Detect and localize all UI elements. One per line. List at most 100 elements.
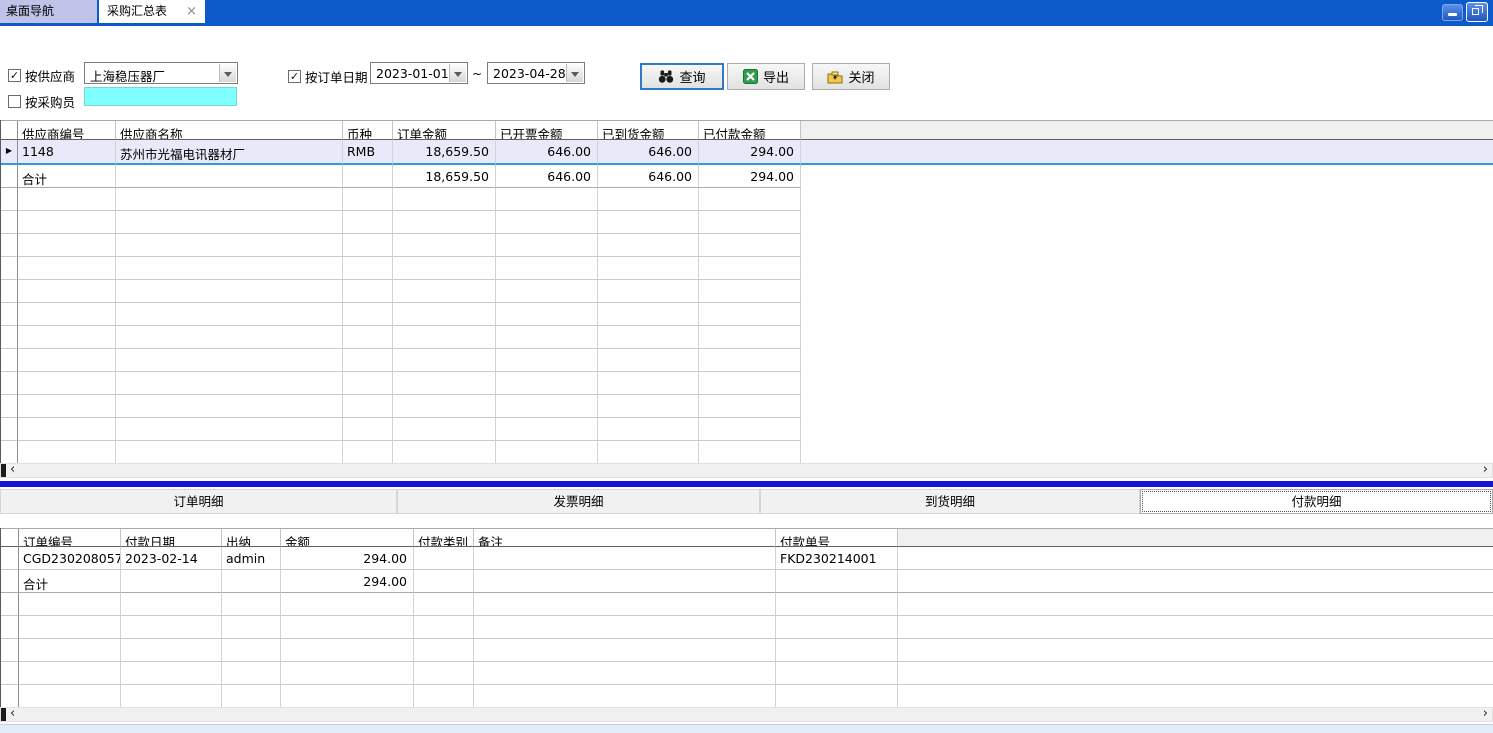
summary-grid-hscrollbar[interactable]: ‹ ›: [0, 463, 1493, 478]
chevron-down-icon[interactable]: [219, 64, 236, 82]
row-indicator-header: [1, 121, 18, 140]
checkbox-mark[interactable]: ✓: [288, 70, 301, 83]
pay-date-cell[interactable]: 2023-02-14: [121, 547, 222, 570]
total-invoiced-amount: 646.00: [496, 165, 598, 188]
filter-by-buyer-label: 按采购员: [25, 92, 75, 111]
minimize-icon: [1448, 13, 1457, 16]
total-received-amount: 646.00: [598, 165, 699, 188]
empty-grid-row: [1, 257, 1493, 280]
empty-grid-row: [1, 639, 1493, 662]
scrollbar-splitter-handle[interactable]: [1, 708, 6, 721]
buyer-input[interactable]: [84, 87, 237, 106]
checkbox-mark[interactable]: [8, 95, 21, 108]
col-currency[interactable]: 币种: [343, 121, 393, 140]
current-row-marker-icon: ▶: [1, 140, 18, 165]
scroll-right-icon[interactable]: ›: [1483, 463, 1488, 477]
restore-button[interactable]: [1466, 2, 1488, 22]
amount-cell[interactable]: 294.00: [281, 547, 414, 570]
col-cashier[interactable]: 出纳: [222, 529, 281, 547]
empty-grid-row: [1, 662, 1493, 685]
scroll-left-icon[interactable]: ‹: [10, 707, 15, 721]
supplier-code-cell[interactable]: 1148: [18, 140, 116, 165]
tab-desktop-navigation-label: 桌面导航: [6, 4, 54, 18]
scroll-left-icon[interactable]: ‹: [10, 463, 15, 477]
table-row[interactable]: CGD230208057 2023-02-14 admin 294.00 FKD…: [1, 547, 1493, 570]
chevron-down-icon[interactable]: [449, 64, 466, 82]
purchase-summary-window: 桌面导航 采购汇总表 × ✓ 按供应商 上海稳压器厂 按采购员 ✓ 按订单日期 …: [0, 0, 1493, 733]
date-range-separator: ~: [472, 67, 482, 81]
close-button-label: 关闭: [848, 67, 874, 86]
supplier-combobox[interactable]: 上海稳压器厂: [84, 62, 238, 84]
query-button[interactable]: 查询: [640, 63, 724, 90]
order-amount-cell[interactable]: 18,659.50: [393, 140, 496, 165]
supplier-summary-grid: 供应商编号 供应商名称 币种 订单金额 已开票金额 已到货金额 已付款金额 ▶ …: [0, 120, 1493, 463]
filter-by-order-date-checkbox[interactable]: ✓ 按订单日期: [288, 67, 368, 86]
payment-grid-header: 订单编号 付款日期 出纳 金额 付款类别 备注 付款单号: [1, 528, 1493, 547]
date-from-picker[interactable]: 2023-01-01: [370, 62, 468, 84]
empty-grid-row: [1, 303, 1493, 326]
close-button[interactable]: 关闭: [812, 63, 890, 90]
empty-grid-row: [1, 280, 1493, 303]
col-pay-type[interactable]: 付款类别: [414, 529, 474, 547]
supplier-name-cell[interactable]: 苏州市光福电讯器材厂: [116, 140, 343, 165]
empty-grid-row: [1, 441, 1493, 463]
tab-desktop-navigation[interactable]: 桌面导航: [0, 0, 97, 23]
status-bar: [0, 724, 1493, 733]
order-no-cell[interactable]: CGD230208057: [19, 547, 121, 570]
remark-cell[interactable]: [474, 547, 776, 570]
export-button[interactable]: 导出: [727, 63, 805, 90]
header-filler: [898, 529, 1493, 547]
currency-cell[interactable]: RMB: [343, 140, 393, 165]
empty-grid-row: [1, 418, 1493, 441]
table-row[interactable]: ▶ 1148 苏州市光福电讯器材厂 RMB 18,659.50 646.00 6…: [1, 140, 1493, 165]
invoiced-amount-cell[interactable]: 646.00: [496, 140, 598, 165]
filter-by-supplier-label: 按供应商: [25, 66, 75, 85]
filter-by-order-date-label: 按订单日期: [305, 67, 368, 86]
col-invoiced-amount[interactable]: 已开票金额: [496, 121, 598, 140]
minimize-button[interactable]: [1442, 4, 1463, 21]
filter-by-buyer-checkbox[interactable]: 按采购员: [8, 92, 75, 111]
pay-no-cell[interactable]: FKD230214001: [776, 547, 898, 570]
scrollbar-splitter-handle[interactable]: [1, 464, 6, 477]
paid-amount-cell[interactable]: 294.00: [699, 140, 801, 165]
checkbox-mark[interactable]: ✓: [8, 69, 21, 82]
splitter-bar[interactable]: [0, 481, 1493, 487]
empty-grid-row: [1, 685, 1493, 707]
total-order-amount: 18,659.50: [393, 165, 496, 188]
scroll-right-icon[interactable]: ›: [1483, 707, 1488, 721]
empty-grid-row: [1, 234, 1493, 257]
summary-total-row: 合计 18,659.50 646.00 646.00 294.00: [1, 165, 1493, 188]
col-paid-amount[interactable]: 已付款金额: [699, 121, 801, 140]
summary-grid-empty-area: [1, 188, 1493, 463]
excel-export-icon: [743, 69, 758, 84]
col-order-no[interactable]: 订单编号: [19, 529, 121, 547]
row-filler: [898, 547, 1493, 570]
chevron-down-icon[interactable]: [566, 64, 583, 82]
col-pay-date[interactable]: 付款日期: [121, 529, 222, 547]
empty-grid-row: [1, 395, 1493, 418]
tab-invoice-detail[interactable]: 发票明细: [397, 489, 760, 514]
col-amount[interactable]: 金额: [281, 529, 414, 547]
empty-grid-row: [1, 326, 1493, 349]
tab-purchase-summary[interactable]: 采购汇总表 ×: [99, 0, 205, 23]
col-pay-no[interactable]: 付款单号: [776, 529, 898, 547]
date-to-picker[interactable]: 2023-04-28: [487, 62, 585, 84]
cashier-cell[interactable]: admin: [222, 547, 281, 570]
payment-grid-hscrollbar[interactable]: ‹ ›: [0, 707, 1493, 722]
received-amount-cell[interactable]: 646.00: [598, 140, 699, 165]
tab-payment-detail[interactable]: 付款明细: [1140, 489, 1493, 514]
col-supplier-code[interactable]: 供应商编号: [18, 121, 116, 140]
col-remark[interactable]: 备注: [474, 529, 776, 547]
col-order-amount[interactable]: 订单金额: [393, 121, 496, 140]
empty-grid-row: [1, 372, 1493, 395]
pay-type-cell[interactable]: [414, 547, 474, 570]
filter-by-supplier-checkbox[interactable]: ✓ 按供应商: [8, 66, 75, 85]
empty-grid-row: [1, 593, 1493, 616]
tab-arrival-detail[interactable]: 到货明细: [760, 489, 1140, 514]
header-filler: [801, 121, 1493, 140]
restore-icon: [1472, 8, 1479, 15]
close-tab-icon[interactable]: ×: [186, 0, 197, 23]
col-received-amount[interactable]: 已到货金额: [598, 121, 699, 140]
tab-order-detail[interactable]: 订单明细: [0, 489, 397, 514]
col-supplier-name[interactable]: 供应商名称: [116, 121, 343, 140]
